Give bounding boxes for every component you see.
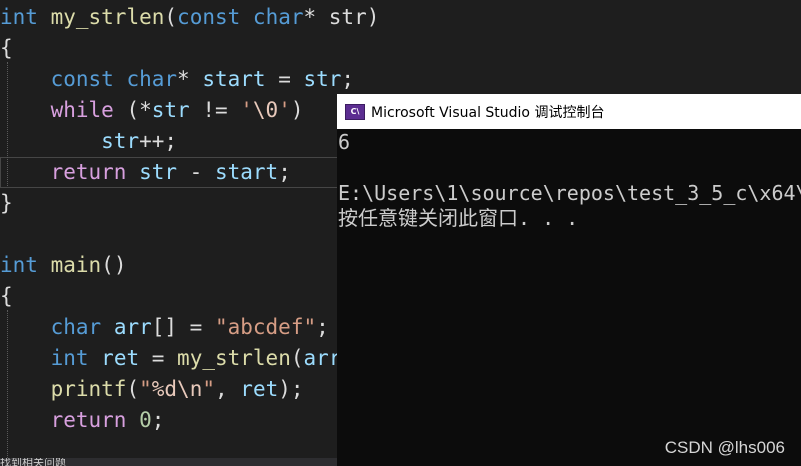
code-token: my_strlen [177,346,291,370]
code-token: { [0,284,13,308]
code-token: int [50,346,89,370]
code-token: int [0,5,38,29]
code-token: ; [316,315,329,339]
code-token: ; [341,67,355,91]
code-token: str [303,67,342,91]
code-token: { [0,36,13,60]
code-token: = [139,346,178,370]
indent-guide [7,310,8,458]
code-token: return [50,160,127,184]
code-token: arr [113,315,152,339]
code-token: * [177,67,203,91]
code-token: " [139,377,152,401]
code-token: ret [101,346,140,370]
code-token: while [50,98,114,122]
code-token: } [0,191,13,215]
code-token: = [265,67,304,91]
code-line: { [0,33,801,64]
code-token: [] = [151,315,215,339]
visual-studio-icon: C\ [345,103,365,120]
code-token: != [189,98,241,122]
code-token: const [50,67,114,91]
code-token: ret [240,377,279,401]
code-token: start [214,160,279,184]
code-token: ( [126,377,140,401]
code-token: 0 [139,408,152,432]
code-token: str [139,160,178,184]
code-token: char [50,315,102,339]
console-line: E:\Users\1\source\repos\test_3_5_c\x64\D… [338,181,801,205]
code-token: return [50,408,127,432]
console-title: Microsoft Visual Studio 调试控制台 [371,104,605,121]
code-token: char [252,5,304,29]
code-token: %d [151,377,178,401]
code-token: const [177,5,241,29]
watermark: CSDN @lhs006 [664,438,785,457]
code-token: ' [278,98,291,122]
code-token: \n [177,377,203,401]
debug-console-window[interactable]: C\ Microsoft Visual Studio 调试控制台 6 E:\Us… [337,94,801,466]
status-text: 找到相关问题 [0,458,66,466]
code-token: start [202,67,266,91]
code-token: ( [290,346,304,370]
console-line: 按任意键关闭此窗口. . . [338,206,579,230]
code-token: main [50,253,102,277]
console-titlebar[interactable]: C\ Microsoft Visual Studio 调试控制台 [337,94,801,129]
code-token: , [215,377,241,401]
code-token: " [202,377,215,401]
code-token: () [101,253,127,277]
console-output[interactable]: 6 E:\Users\1\source\repos\test_3_5_c\x64… [337,129,801,466]
code-token: char [126,67,178,91]
code-token: \0 [252,98,279,122]
code-token: (* [113,98,152,122]
code-token: ( [164,5,178,29]
code-token: ; [151,408,165,432]
code-token: ' [240,98,253,122]
code-token: int [0,253,38,277]
code-token: printf [50,377,127,401]
code-token: ; [278,160,291,184]
code-token: ); [278,377,304,401]
code-token: - [177,160,215,184]
code-token: ) [290,98,304,122]
code-token: "abcdef" [214,315,317,339]
code-token: str [151,98,190,122]
code-token: ++; [139,129,178,153]
code-token: * str) [303,5,380,29]
code-line: const char* start = str; [0,64,801,95]
code-token: str [101,129,140,153]
code-token: my_strlen [50,5,165,29]
code-line: int my_strlen(const char* str) [0,2,801,33]
code-token: arr [303,346,342,370]
indent-guide [7,62,8,186]
console-line: 6 [338,130,351,154]
